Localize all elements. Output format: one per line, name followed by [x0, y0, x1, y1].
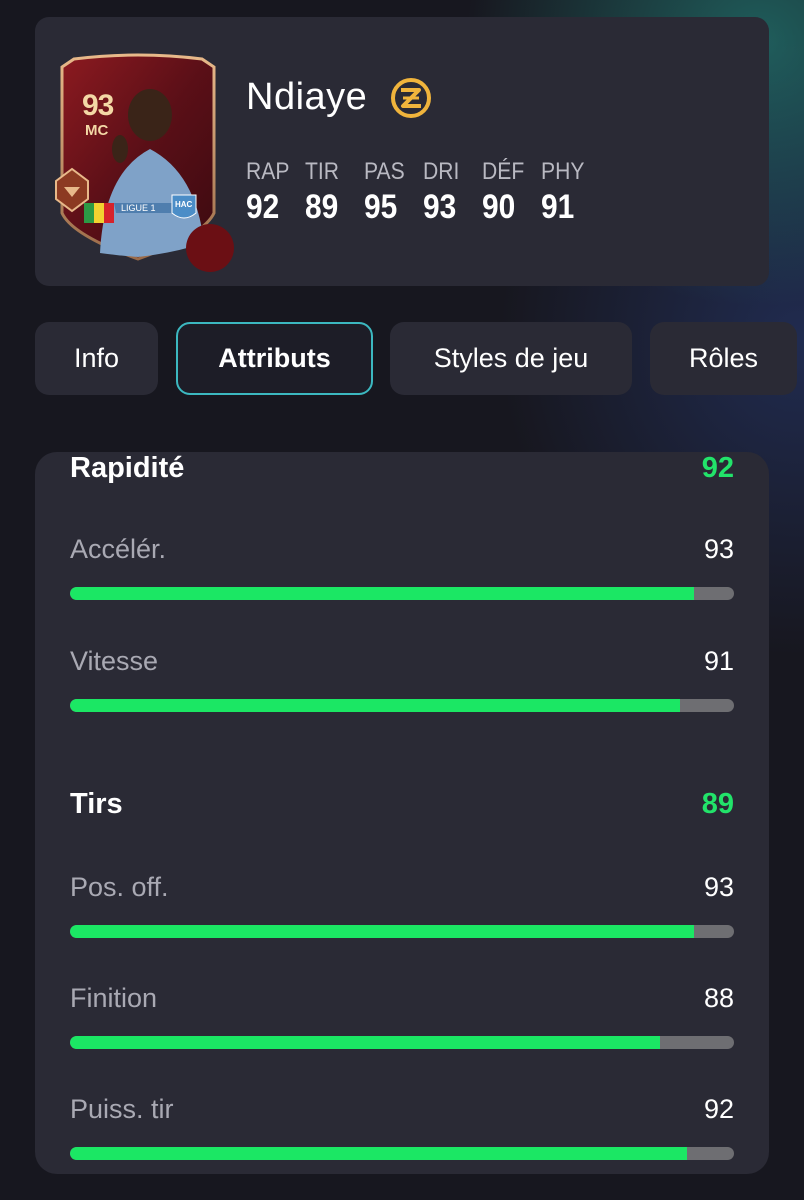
attribute-row-vitesse: Vitesse 91	[70, 646, 734, 712]
attribute-name: Finition	[70, 983, 158, 1013]
tab-styles-de-jeu[interactable]: Styles de jeu	[390, 322, 632, 395]
attribute-value: 93	[703, 534, 734, 564]
attribute-bar	[70, 1036, 734, 1049]
stat-phy: PHY 91	[541, 158, 600, 227]
player-name: Ndiaye	[246, 76, 368, 118]
group-value: 89	[701, 788, 734, 820]
red-indicator-dot	[186, 224, 234, 272]
attribute-name: Vitesse	[70, 646, 159, 676]
stat-value: 93	[423, 188, 457, 226]
stat-label: TIR	[305, 158, 340, 185]
tab-roles[interactable]: Rôles	[650, 322, 797, 395]
attribute-bar-fill	[70, 925, 694, 938]
attribute-bar	[70, 925, 734, 938]
attributes-panel[interactable]: Rapidité 92 Accélér. 93 Vitesse 91 Tirs …	[35, 452, 769, 1174]
evolution-icon	[389, 76, 433, 120]
stat-value: 95	[364, 188, 398, 226]
attribute-name: Pos. off.	[70, 872, 169, 902]
stat-value: 91	[541, 188, 575, 226]
stat-def: DÉF 90	[482, 158, 541, 227]
attribute-bar-fill	[70, 1147, 688, 1160]
attribute-bar-fill	[70, 1036, 661, 1049]
stat-tir: TIR 89	[305, 158, 364, 227]
stat-value: 89	[305, 188, 339, 226]
card-rating: 93	[82, 89, 114, 122]
attribute-bar-fill	[70, 587, 694, 600]
stat-dri: DRI 93	[423, 158, 482, 227]
stat-pas: PAS 95	[364, 158, 423, 227]
attribute-row-positionnement: Pos. off. 93	[70, 872, 734, 938]
tab-info[interactable]: Info	[35, 322, 158, 395]
attribute-row-finition: Finition 88	[70, 983, 734, 1049]
group-title: Tirs	[70, 788, 123, 820]
card-position: MC	[85, 122, 109, 139]
attribute-value: 91	[703, 646, 734, 676]
stat-label: DÉF	[482, 158, 525, 185]
stat-label: DRI	[423, 158, 460, 185]
attribute-value: 88	[703, 983, 734, 1013]
stat-value: 92	[246, 188, 280, 226]
attribute-bar	[70, 699, 734, 712]
attribute-value: 92	[703, 1094, 734, 1124]
stat-label: PAS	[364, 158, 405, 185]
attribute-name: Puiss. tir	[70, 1094, 174, 1124]
attribute-bar	[70, 1147, 734, 1160]
group-title: Rapidité	[70, 452, 185, 484]
attribute-row-puissance-tir: Puiss. tir 92	[70, 1094, 734, 1160]
svg-text:LIGUE 1: LIGUE 1	[121, 203, 156, 213]
tab-attributs[interactable]: Attributs	[176, 322, 373, 395]
attribute-bar-fill	[70, 699, 681, 712]
attribute-name: Accélér.	[70, 534, 167, 564]
stat-value: 90	[482, 188, 516, 226]
stat-rap: RAP 92	[246, 158, 305, 227]
group-header-rapidite: Rapidité 92	[70, 452, 734, 485]
svg-text:HAC: HAC	[175, 200, 193, 209]
attribute-row-acceleration: Accélér. 93	[70, 534, 734, 600]
attribute-value: 93	[703, 872, 734, 902]
attribute-bar	[70, 587, 734, 600]
group-header-tirs: Tirs 89	[70, 788, 734, 821]
stat-label: PHY	[541, 158, 585, 185]
summary-stats: RAP 92 TIR 89 PAS 95 DRI 93 DÉF 90 PHY 9…	[246, 158, 600, 227]
group-value: 92	[701, 452, 734, 484]
stat-label: RAP	[246, 158, 290, 185]
